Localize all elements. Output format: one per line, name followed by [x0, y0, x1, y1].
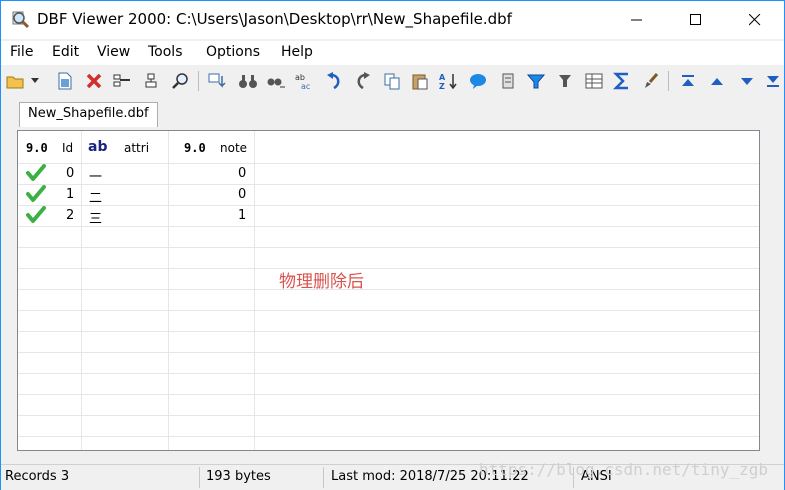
annotation-text: 物理删除后 — [279, 272, 364, 292]
grid-hline — [18, 247, 759, 248]
svg-text:A: A — [439, 73, 446, 82]
grid-hline — [18, 268, 759, 269]
cell-attri[interactable]: 一 — [89, 166, 102, 185]
note-type-badge: 9.0 — [184, 141, 206, 155]
replace-icon[interactable]: ab ac — [293, 70, 315, 92]
menu-tools[interactable]: Tools — [148, 44, 183, 60]
redo-icon[interactable] — [352, 70, 374, 92]
checkmark-icon — [26, 206, 46, 223]
id-type-badge: 9.0 — [26, 141, 48, 155]
tab-strip: New_Shapefile.dbf — [1, 96, 784, 127]
grid-hline — [18, 226, 759, 227]
window-title: DBF Viewer 2000: C:\Users\Jason\Desktop\… — [37, 10, 512, 28]
grid-hline — [18, 415, 759, 416]
toolbar-separator — [198, 71, 199, 91]
grid-divider — [168, 131, 169, 450]
prev-record-icon[interactable] — [706, 70, 728, 92]
table-icon[interactable] — [583, 70, 605, 92]
grid-hline — [18, 373, 759, 374]
column-header-attri[interactable]: attri — [124, 141, 149, 155]
zoom-icon[interactable] — [169, 70, 191, 92]
cell-attri[interactable]: 三 — [89, 208, 102, 227]
cell-id[interactable]: 2 — [66, 208, 74, 223]
cell-id[interactable]: 0 — [66, 166, 74, 181]
fill-down-icon[interactable] — [207, 70, 229, 92]
cell-note[interactable]: 0 — [238, 187, 246, 202]
close-icon — [749, 14, 761, 26]
grid-hline — [18, 163, 759, 164]
app-window: DBF Viewer 2000: C:\Users\Jason\Desktop\… — [0, 0, 785, 490]
grid-hline — [18, 184, 759, 185]
attri-type-badge: ab — [88, 139, 108, 155]
struct-edit-icon[interactable] — [140, 70, 162, 92]
grid-hline — [18, 289, 759, 290]
cell-note[interactable]: 1 — [238, 208, 246, 223]
status-divider — [199, 467, 200, 488]
pin-icon[interactable] — [554, 70, 576, 92]
close-button[interactable] — [732, 1, 778, 39]
menu-bar: File Edit View Tools Options Help — [1, 40, 784, 65]
new-file-icon[interactable] — [54, 70, 76, 92]
data-grid[interactable]: 9.0 Id ab attri 9.0 note 0 一 0 1 二 0 2 三… — [17, 130, 760, 451]
column-header-note[interactable]: note — [220, 141, 247, 155]
grid-divider — [81, 131, 82, 450]
column-header-id[interactable]: Id — [62, 141, 73, 155]
menu-edit[interactable]: Edit — [52, 44, 79, 60]
checkmark-icon — [26, 164, 46, 181]
status-size: 193 bytes — [206, 469, 271, 484]
binoculars-icon[interactable] — [237, 70, 259, 92]
speech-bubble-icon[interactable] — [467, 70, 489, 92]
binoculars-next-icon[interactable] — [265, 70, 287, 92]
grid-divider — [254, 131, 255, 450]
sort-az-icon[interactable]: AZ — [438, 70, 460, 92]
minimize-icon — [631, 19, 642, 21]
status-divider — [323, 467, 324, 488]
svg-text:ac: ac — [301, 82, 310, 90]
checkmark-icon — [26, 185, 46, 202]
grid-hline — [18, 331, 759, 332]
svg-text:ab: ab — [295, 73, 305, 82]
filter-clear-icon[interactable] — [525, 70, 547, 92]
svg-text:Z: Z — [439, 82, 445, 90]
last-record-icon[interactable] — [762, 70, 784, 92]
grid-hline — [18, 205, 759, 206]
grid-hline — [18, 310, 759, 311]
sum-icon[interactable] — [611, 70, 633, 92]
maximize-button[interactable] — [673, 1, 719, 39]
tab-new-shapefile[interactable]: New_Shapefile.dbf — [19, 102, 158, 127]
status-records: Records 3 — [5, 469, 70, 484]
grid-hline — [18, 394, 759, 395]
menu-help[interactable]: Help — [281, 44, 313, 60]
filter-icon[interactable] — [497, 70, 519, 92]
delete-icon[interactable] — [83, 70, 105, 92]
menu-view[interactable]: View — [97, 44, 130, 60]
next-record-icon[interactable] — [736, 70, 758, 92]
watermark: https://blog.csdn.net/tiny_zgb — [479, 460, 768, 479]
dropdown-arrow-icon[interactable] — [29, 70, 41, 92]
toolbar: ab ac AZ — [1, 66, 784, 96]
cell-id[interactable]: 1 — [66, 187, 74, 202]
brush-icon[interactable] — [640, 70, 662, 92]
maximize-icon — [690, 14, 701, 25]
minimize-button[interactable] — [614, 1, 660, 39]
paste-icon[interactable] — [409, 70, 431, 92]
first-record-icon[interactable] — [677, 70, 699, 92]
menu-options[interactable]: Options — [206, 44, 260, 60]
cell-attri[interactable]: 二 — [89, 187, 102, 206]
cell-note[interactable]: 0 — [238, 166, 246, 181]
open-folder-icon[interactable] — [5, 70, 27, 92]
copy-icon[interactable] — [381, 70, 403, 92]
menu-file[interactable]: File — [10, 44, 33, 60]
struct-icon[interactable] — [111, 70, 133, 92]
undo-icon[interactable] — [323, 70, 345, 92]
toolbar-separator-2 — [668, 71, 669, 91]
grid-hline — [18, 436, 759, 437]
magnifier-app-icon — [12, 11, 30, 29]
title-bar: DBF Viewer 2000: C:\Users\Jason\Desktop\… — [1, 1, 784, 39]
grid-hline — [18, 352, 759, 353]
